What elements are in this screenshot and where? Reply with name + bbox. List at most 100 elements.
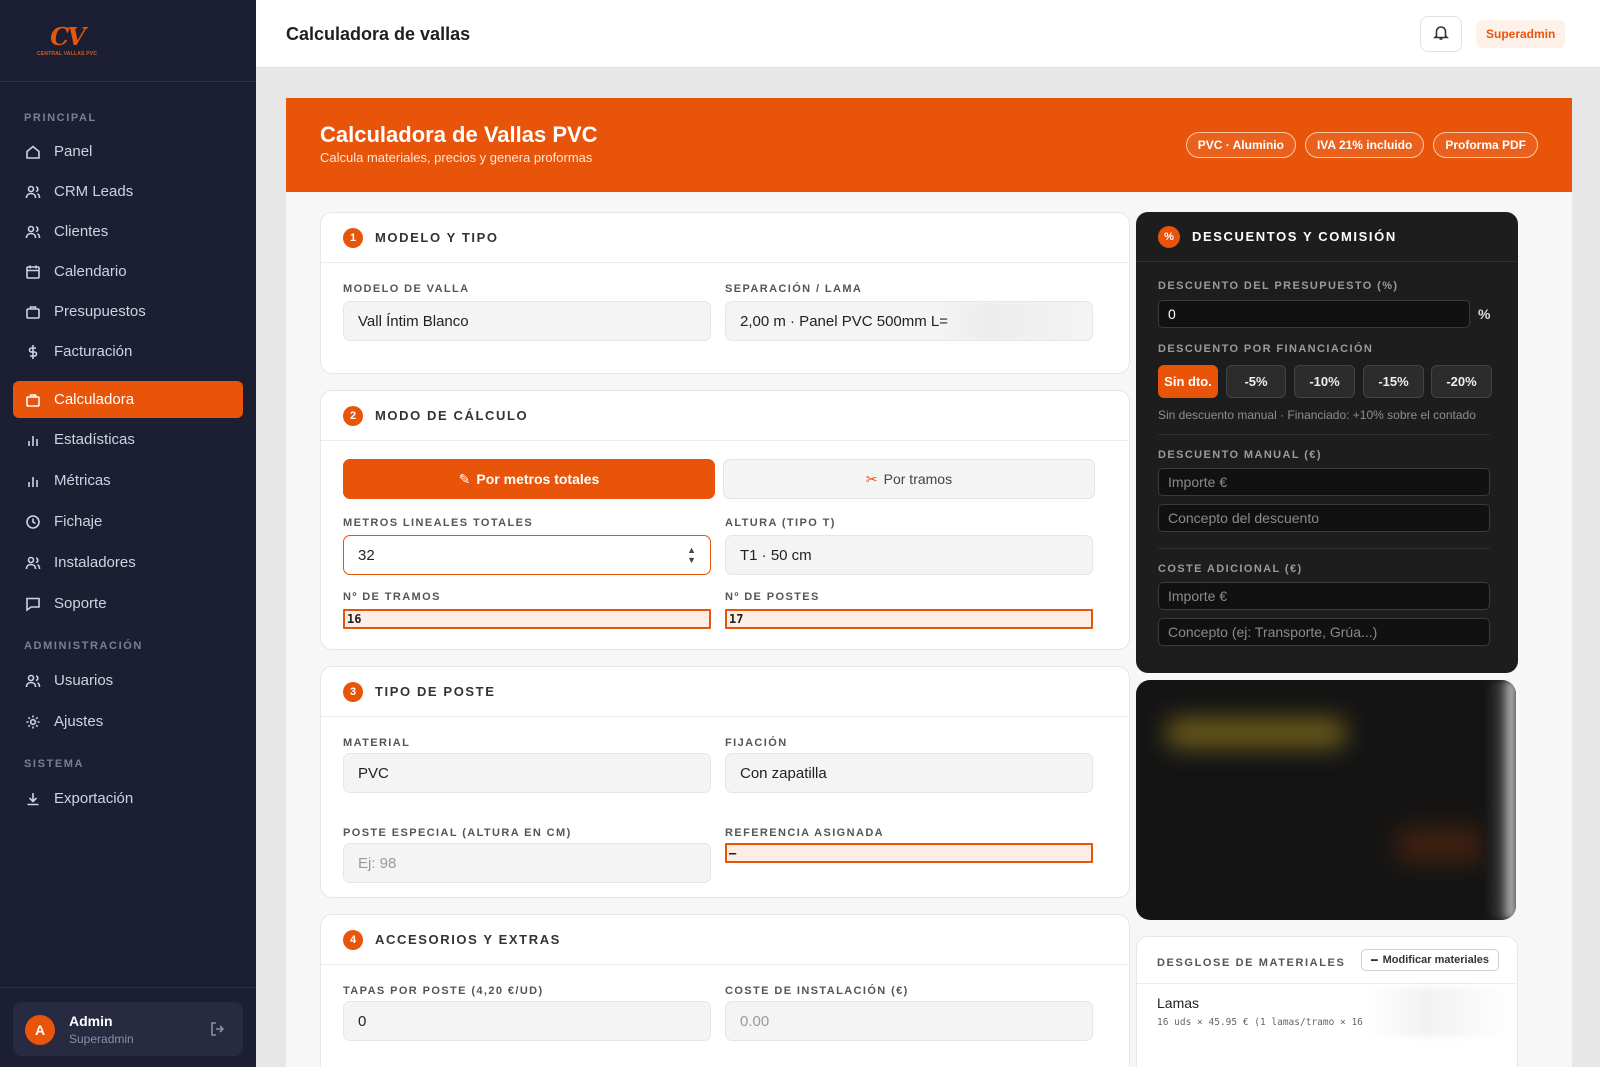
sidebar-item-instaladores[interactable]: Instaladores <box>13 544 243 581</box>
sidebar-item-label: Presupuestos <box>54 303 146 320</box>
financing-label: DESCUENTO POR FINANCIACIÓN <box>1158 343 1374 355</box>
gear-icon <box>25 714 41 730</box>
fijacion-select[interactable]: Con zapatilla <box>725 753 1093 793</box>
bar-chart-icon <box>25 473 41 489</box>
card-header: 3 TIPO DE POSTE <box>321 667 1129 717</box>
metros-value: 32 <box>358 546 375 564</box>
stepper-up-icon[interactable]: ▲ <box>687 545 696 555</box>
sidebar-item-label: Panel <box>54 143 93 160</box>
sidebar-item-exportacion[interactable]: Exportación <box>13 780 243 817</box>
sidebar-item-usuarios[interactable]: Usuarios <box>13 662 243 699</box>
sidebar-item-ajustes[interactable]: Ajustes <box>13 703 243 740</box>
separation-value: 2,00 m · Panel PVC 500mm L= <box>740 312 949 330</box>
sidebar-item-panel[interactable]: Panel <box>13 133 243 170</box>
poste-especial-input[interactable]: Ej: 98 <box>343 843 711 883</box>
sidebar: CV CENTRAL VALLAS PVC PRINCIPAL Panel CR… <box>0 0 256 1067</box>
sidebar-item-facturacion[interactable]: Facturación <box>13 333 243 370</box>
material-select[interactable]: PVC <box>343 753 711 793</box>
sidebar-item-label: Soporte <box>54 595 107 612</box>
referencia-output: – <box>725 843 1093 863</box>
material-item-detail: 16 uds × 45.95 € (1 lamas/tramo × 16 <box>1157 1017 1363 1028</box>
card-title: MODELO Y TIPO <box>375 230 499 245</box>
modify-materials-button[interactable]: ━ Modificar materiales <box>1361 949 1499 971</box>
step-number: 3 <box>343 681 363 702</box>
calculator-container: Calculadora de Vallas PVC Calcula materi… <box>286 98 1572 1067</box>
materials-breakdown: DESGLOSE DE MATERIALES ━ Modificar mater… <box>1136 936 1518 1067</box>
percent-icon: % <box>1158 225 1180 248</box>
financing-option-15[interactable]: -15% <box>1363 365 1424 398</box>
sidebar-item-label: Clientes <box>54 223 109 240</box>
sidebar-item-soporte[interactable]: Soporte <box>13 585 243 622</box>
material-label: MATERIAL <box>343 737 411 749</box>
mode-total-button[interactable]: ✎ Por metros totales <box>343 459 715 499</box>
modify-materials-label: Modificar materiales <box>1382 954 1489 966</box>
separation-label: SEPARACIÓN / LAMA <box>725 283 863 295</box>
financing-option-none[interactable]: Sin dto. <box>1158 365 1218 398</box>
postes-output: 17 <box>725 609 1093 629</box>
mode-tramos-button[interactable]: ✂ Por tramos <box>723 459 1095 499</box>
sidebar-item-fichaje[interactable]: Fichaje <box>13 503 243 540</box>
banner-tags: PVC · Aluminio IVA 21% incluido Proforma… <box>1185 132 1538 158</box>
percent-unit: % <box>1478 306 1491 322</box>
instalacion-input[interactable]: 0.00 <box>725 1001 1093 1041</box>
extra-cost-amount-input[interactable]: Importe € <box>1158 582 1490 610</box>
card-tipo-poste: 3 TIPO DE POSTE MATERIAL PVC FIJACIÓN Co… <box>320 666 1130 898</box>
role-badge[interactable]: Superadmin <box>1476 20 1566 48</box>
step-number: 1 <box>343 227 363 248</box>
logout-icon[interactable] <box>209 1020 227 1038</box>
material-item-name: Lamas <box>1157 995 1200 1011</box>
extra-cost-concept-input[interactable]: Concepto (ej: Transporte, Grúa...) <box>1158 618 1490 646</box>
financing-option-20[interactable]: -20% <box>1431 365 1492 398</box>
mode-total-label: Por metros totales <box>476 471 600 487</box>
dollar-icon <box>25 344 41 360</box>
sidebar-item-crm-leads[interactable]: CRM Leads <box>13 173 243 210</box>
nav-section-principal: PRINCIPAL <box>24 112 97 124</box>
clock-icon <box>25 514 41 530</box>
altura-label: ALTURA (TIPO T) <box>725 517 836 529</box>
financing-option-10[interactable]: -10% <box>1294 365 1355 398</box>
metros-input[interactable]: 32 ▲ ▼ <box>343 535 711 575</box>
financing-note: Sin descuento manual · Financiado: +10% … <box>1158 408 1476 422</box>
sidebar-item-calculadora[interactable]: Calculadora <box>13 381 243 418</box>
notifications-button[interactable] <box>1420 16 1462 52</box>
banner: Calculadora de Vallas PVC Calcula materi… <box>286 98 1572 192</box>
tapas-input[interactable]: 0 <box>343 1001 711 1041</box>
stepper-down-icon[interactable]: ▼ <box>687 555 696 565</box>
card-title: TIPO DE POSTE <box>375 684 496 699</box>
altura-select[interactable]: T1 · 50 cm <box>725 535 1093 575</box>
mode-tramos-label: Por tramos <box>883 471 953 487</box>
extra-cost-label: COSTE ADICIONAL (€) <box>1158 563 1303 575</box>
separation-select[interactable]: 2,00 m · Panel PVC 500mm L= <box>725 301 1093 341</box>
sidebar-item-calendario[interactable]: Calendario <box>13 253 243 290</box>
brand-logo[interactable]: CV CENTRAL VALLAS PVC <box>34 24 100 57</box>
users-icon <box>25 555 41 571</box>
number-stepper[interactable]: ▲ ▼ <box>687 545 696 565</box>
summary-card-blurred <box>1136 680 1516 920</box>
blurred-region <box>1396 830 1486 860</box>
discounts-panel: % DESCUENTOS Y COMISIÓN DESCUENTO DEL PR… <box>1136 212 1518 673</box>
card-title: MODO DE CÁLCULO <box>375 408 529 423</box>
manual-discount-concept-input[interactable]: Concepto del descuento <box>1158 504 1490 532</box>
sidebar-item-estadisticas[interactable]: Estadísticas <box>13 421 243 458</box>
sidebar-item-clientes[interactable]: Clientes <box>13 213 243 250</box>
card-modelo-tipo: 1 MODELO Y TIPO MODELO DE VALLA Vall Ínt… <box>320 212 1130 374</box>
divider <box>1158 434 1490 435</box>
bar-chart-icon <box>25 432 41 448</box>
sidebar-item-label: CRM Leads <box>54 183 134 200</box>
manual-discount-label: DESCUENTO MANUAL (€) <box>1158 449 1322 461</box>
tag-proforma: Proforma PDF <box>1433 132 1538 158</box>
fijacion-label: FIJACIÓN <box>725 737 788 749</box>
model-select[interactable]: Vall Íntim Blanco <box>343 301 711 341</box>
financing-option-5[interactable]: -5% <box>1226 365 1286 398</box>
minus-icon: ━ <box>1371 954 1378 967</box>
tag-pvc-aluminio: PVC · Aluminio <box>1185 132 1296 158</box>
budget-discount-input[interactable]: 0 <box>1158 300 1470 328</box>
message-icon <box>25 596 41 612</box>
postes-label: Nº DE POSTES <box>725 591 820 603</box>
sidebar-item-metricas[interactable]: Métricas <box>13 462 243 499</box>
user-card[interactable]: A Admin Superadmin <box>13 1002 243 1056</box>
blurred-region <box>942 302 1092 340</box>
manual-discount-amount-input[interactable]: Importe € <box>1158 468 1490 496</box>
sidebar-item-presupuestos[interactable]: Presupuestos <box>13 293 243 330</box>
main-area: Calculadora de Vallas PVC Calcula materi… <box>256 68 1600 1067</box>
